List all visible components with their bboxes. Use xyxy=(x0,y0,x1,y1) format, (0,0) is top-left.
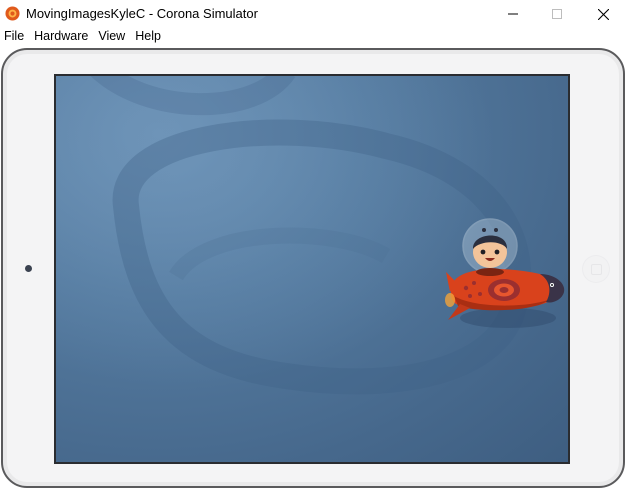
close-button[interactable] xyxy=(580,0,626,28)
simulator-screen[interactable] xyxy=(54,74,570,464)
astronaut-rocket-image[interactable] xyxy=(444,216,570,334)
menu-file[interactable]: File xyxy=(0,28,30,46)
maximize-button[interactable] xyxy=(534,0,580,28)
title-bar[interactable]: MovingImagesKyleC - Corona Simulator xyxy=(0,0,628,28)
window-title: MovingImagesKyleC - Corona Simulator xyxy=(26,6,258,21)
camera-dot xyxy=(25,265,32,272)
maximize-icon xyxy=(552,9,562,19)
corona-logo-icon xyxy=(5,6,20,21)
menu-help[interactable]: Help xyxy=(131,28,167,46)
menu-view[interactable]: View xyxy=(94,28,131,46)
minimize-icon xyxy=(508,13,518,15)
menu-hardware[interactable]: Hardware xyxy=(30,28,94,46)
simulator-window: MovingImagesKyleC - Corona Simulator Fil… xyxy=(0,0,628,490)
home-button[interactable] xyxy=(583,256,609,282)
minimize-button[interactable] xyxy=(490,0,536,28)
menu-bar: File Hardware View Help xyxy=(0,28,628,46)
close-icon xyxy=(597,8,609,20)
